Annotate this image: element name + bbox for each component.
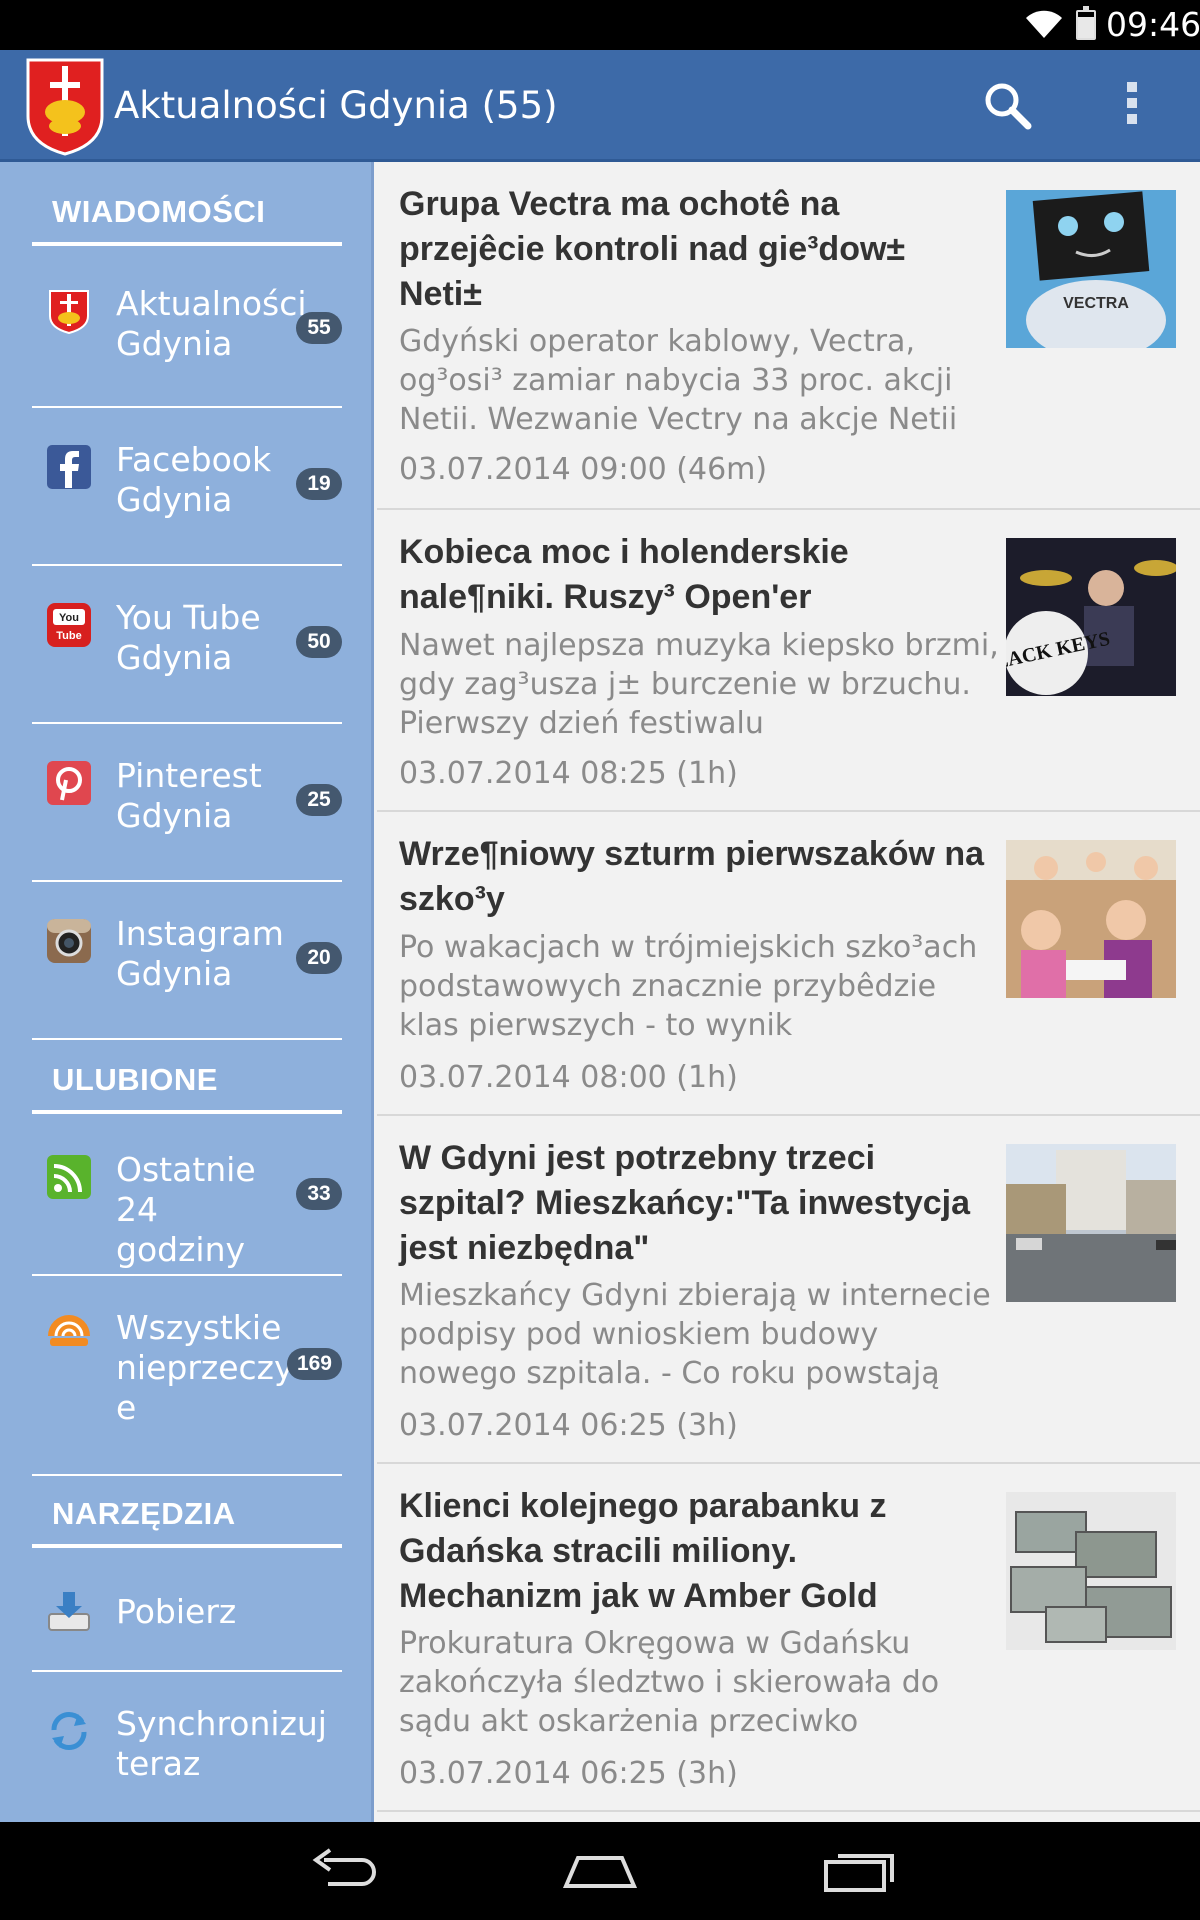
article-date: 03.07.2014 06:25 (3h) — [399, 1756, 738, 1791]
clock: 09:46 — [1106, 5, 1200, 44]
article-thumbnail: VECTRA — [1006, 190, 1176, 348]
count-badge: 20 — [296, 942, 342, 974]
article-description: Mieszkańcy Gdyni zbierają w internecie p… — [399, 1278, 991, 1391]
article-item[interactable]: Kobieca moc i holenderskie nale¶niki. Ru… — [377, 510, 1200, 812]
home-icon[interactable] — [560, 1846, 640, 1896]
count-badge: 55 — [296, 312, 342, 344]
unread-feed-icon — [48, 1315, 90, 1346]
recent-apps-icon[interactable] — [820, 1846, 900, 1896]
wifi-icon — [1026, 10, 1062, 38]
sidebar-item-pinterest-gdynia[interactable]: Pinterest Gdynia 25 — [32, 724, 342, 882]
article-date: 03.07.2014 09:00 (46m) — [399, 452, 768, 487]
search-icon[interactable] — [982, 80, 1032, 130]
sidebar-item-synchronizuj-teraz[interactable]: Synchronizuj teraz — [32, 1672, 342, 1822]
article-description: Gdyński operator kablowy, Vectra, og³osi… — [399, 324, 958, 437]
sidebar-item-youtube-gdynia[interactable]: You Tube You Tube Gdynia 50 — [32, 566, 342, 724]
status-bar: 09:46 — [0, 0, 1200, 50]
sidebar-item-instagram-gdynia[interactable]: Instagram Gdynia 20 — [32, 882, 342, 1040]
article-thumbnail — [1006, 1144, 1176, 1302]
section-header-wiadomosci: WIADOMOŚCI — [32, 194, 342, 246]
article-thumbnail — [1006, 840, 1176, 998]
article-title: Kobieca moc i holenderskie nale¶niki. Ru… — [399, 533, 849, 616]
article-title: Klienci kolejnego parabanku z Gdańska st… — [399, 1487, 887, 1615]
article-date: 03.07.2014 08:00 (1h) — [399, 1060, 738, 1095]
gdynia-crest-icon[interactable] — [24, 56, 106, 156]
sidebar-item-aktualnosci-gdynia[interactable]: Aktualności Gdynia 55 — [32, 250, 342, 408]
download-icon — [48, 1592, 90, 1631]
pinterest-icon — [47, 761, 91, 805]
action-bar: Aktualności Gdynia (55) — [0, 50, 1200, 162]
article-title: Grupa Vectra ma ochotê na przejêcie kont… — [399, 185, 906, 313]
system-navigation-bar — [0, 1822, 1200, 1920]
sidebar-item-label: Wszystkie nieprzeczyt e — [116, 1308, 307, 1427]
article-date: 03.07.2014 06:25 (3h) — [399, 1408, 738, 1443]
gdynia-crest-icon — [49, 290, 89, 334]
sidebar-item-pobierz[interactable]: Pobierz — [32, 1552, 342, 1672]
back-icon[interactable] — [304, 1846, 384, 1896]
sidebar-item-label: Synchronizuj teraz — [116, 1704, 327, 1783]
article-description: Prokuratura Okręgowa w Gdańsku zakończył… — [399, 1626, 940, 1739]
sidebar-item-wszystkie-nieprzeczytane[interactable]: Wszystkie nieprzeczyt e 169 — [32, 1276, 342, 1476]
count-badge: 25 — [296, 784, 342, 816]
count-badge: 33 — [296, 1178, 342, 1210]
overflow-menu-icon[interactable] — [1122, 82, 1142, 130]
article-thumbnail — [1006, 1492, 1176, 1650]
page-title: Aktualności Gdynia (55) — [114, 84, 558, 127]
article-item[interactable]: Klienci kolejnego parabanku z Gdańska st… — [377, 1464, 1200, 1812]
facebook-icon — [47, 445, 91, 489]
count-badge: 169 — [286, 1348, 342, 1380]
article-item[interactable]: Grupa Vectra ma ochotê na przejêcie kont… — [377, 162, 1200, 510]
sync-icon — [51, 1711, 87, 1751]
article-thumbnail: BLACK KEYS — [1006, 538, 1176, 696]
article-title: W Gdyni jest potrzebny trzeci szpital? M… — [399, 1139, 971, 1267]
count-badge: 50 — [296, 626, 342, 658]
sidebar-item-label: Pobierz — [116, 1592, 237, 1631]
section-header-ulubione: ULUBIONE — [32, 1062, 342, 1114]
article-description: Nawet najlepsza muzyka kiepsko brzmi, gd… — [399, 628, 999, 741]
section-header-narzedzia: NARZĘDZIA — [32, 1496, 342, 1548]
article-title: Wrze¶niowy szturm pierwszaków na szko³y — [399, 835, 985, 918]
sidebar-item-label: Instagram Gdynia — [116, 914, 284, 993]
count-badge: 19 — [296, 468, 342, 500]
svg-text:You: You — [59, 612, 79, 624]
battery-icon — [1076, 6, 1096, 40]
rss-icon — [47, 1155, 91, 1199]
article-item[interactable]: Wrze¶niowy szturm pierwszaków na szko³y … — [377, 812, 1200, 1116]
sidebar-item-label: Aktualności Gdynia — [116, 284, 307, 363]
sidebar-item-label: Pinterest Gdynia — [116, 756, 262, 835]
article-item[interactable]: W Gdyni jest potrzebny trzeci szpital? M… — [377, 1116, 1200, 1464]
sidebar-item-facebook-gdynia[interactable]: Facebook Gdynia 19 — [32, 408, 342, 566]
navigation-drawer: WIADOMOŚCI Aktualności Gdynia 55 Faceboo… — [0, 162, 374, 1822]
sidebar-item-label: You Tube Gdynia — [116, 598, 261, 677]
svg-text:Tube: Tube — [56, 630, 81, 642]
svg-text:VECTRA: VECTRA — [1063, 295, 1129, 312]
article-list: Grupa Vectra ma ochotê na przejêcie kont… — [377, 162, 1200, 1822]
sidebar-item-label: Ostatnie 24 godziny — [116, 1150, 256, 1269]
sidebar-item-label: Facebook Gdynia — [116, 440, 272, 519]
youtube-icon: You Tube — [47, 603, 91, 647]
instagram-icon — [47, 919, 91, 963]
sidebar-item-ostatnie-24-godziny[interactable]: Ostatnie 24 godziny 33 — [32, 1118, 342, 1276]
article-date: 03.07.2014 08:25 (1h) — [399, 756, 738, 791]
article-description: Po wakacjach w trójmiejskich szko³ach po… — [399, 930, 978, 1043]
